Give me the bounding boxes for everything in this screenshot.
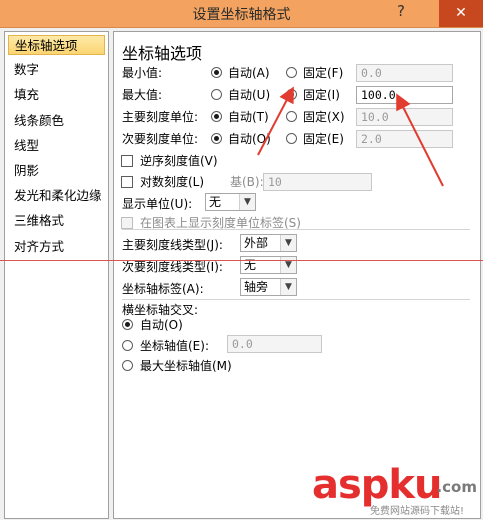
annotation-arrows bbox=[257, 86, 444, 187]
watermark-domain: .com bbox=[436, 478, 477, 496]
watermark-sub: 免费网站源码下载站! bbox=[370, 506, 465, 517]
watermark: aspku .com 免费网站源码下载站! bbox=[312, 462, 483, 520]
arrow-to-max-input bbox=[396, 93, 444, 187]
arrow-to-fixed-radio bbox=[257, 86, 294, 156]
